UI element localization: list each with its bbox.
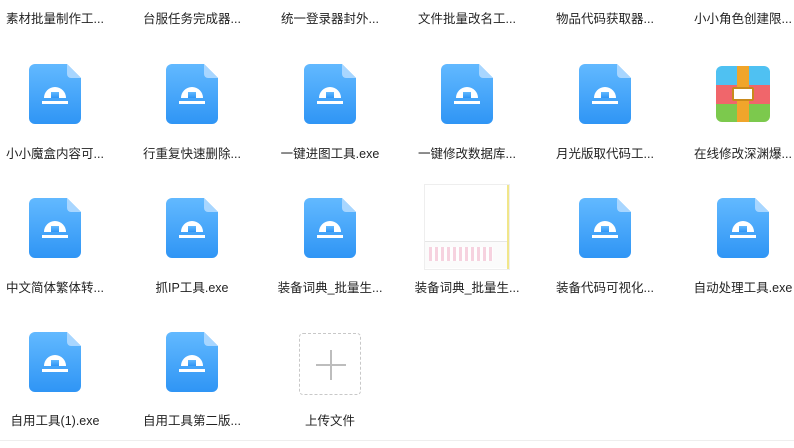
file-label[interactable]: 统一登录器封外...	[266, 8, 394, 27]
exe-file-icon	[441, 64, 493, 124]
file-label: 一键修改数据库...	[418, 147, 516, 161]
file-label: 在线修改深渊爆...	[694, 147, 792, 161]
file-tile[interactable]: 月光版取代码工...	[541, 60, 669, 180]
file-tile[interactable]: 在线修改深渊爆...	[679, 60, 794, 180]
file-label: 自动处理工具.exe	[693, 281, 793, 295]
file-label[interactable]: 台服任务完成器...	[128, 8, 256, 27]
file-label[interactable]: 文件批量改名工...	[403, 8, 531, 27]
exe-file-icon	[717, 198, 769, 258]
file-tile[interactable]: 一键修改数据库...	[403, 60, 531, 180]
file-tile[interactable]: 自动处理工具.exe	[679, 194, 794, 314]
upload-tile[interactable]: 上传文件	[266, 328, 394, 448]
file-label[interactable]: 物品代码获取器...	[541, 8, 669, 27]
exe-file-icon	[304, 64, 356, 124]
file-label: 一键进图工具.exe	[280, 147, 380, 161]
file-label: 行重复快速删除...	[143, 147, 241, 161]
exe-file-icon	[29, 64, 81, 124]
file-label: 月光版取代码工...	[556, 147, 654, 161]
file-tile[interactable]: 装备代码可视化...	[541, 194, 669, 314]
file-label: 自用工具第二版...	[143, 414, 241, 428]
image-thumbnail	[424, 184, 510, 270]
divider	[0, 440, 794, 441]
file-tile[interactable]: 中文简体繁体转...	[0, 194, 119, 314]
upload-label: 上传文件	[304, 414, 355, 428]
file-tile[interactable]: 抓IP工具.exe	[128, 194, 256, 314]
file-label[interactable]: 小小角色创建限...	[679, 8, 794, 27]
exe-file-icon	[166, 198, 218, 258]
archive-icon	[716, 66, 770, 122]
file-tile[interactable]: 一键进图工具.exe	[266, 60, 394, 180]
file-label: 装备代码可视化...	[556, 281, 654, 295]
exe-file-icon	[166, 332, 218, 392]
file-tile[interactable]: 自用工具(1).exe	[0, 328, 119, 448]
file-tile[interactable]: 行重复快速删除...	[128, 60, 256, 180]
exe-file-icon	[579, 198, 631, 258]
file-label: 装备词典_批量生...	[414, 281, 520, 295]
exe-file-icon	[579, 64, 631, 124]
file-label: 中文简体繁体转...	[6, 281, 104, 295]
file-tile[interactable]: 自用工具第二版...	[128, 328, 256, 448]
exe-file-icon	[166, 64, 218, 124]
file-tile[interactable]: 装备词典_批量生...	[403, 184, 531, 314]
exe-file-icon	[304, 198, 356, 258]
file-label: 小小魔盒内容可...	[6, 147, 104, 161]
file-label: 抓IP工具.exe	[155, 281, 229, 295]
exe-file-icon	[29, 332, 81, 392]
file-tile[interactable]: 小小魔盒内容可...	[0, 60, 119, 180]
upload-button[interactable]	[299, 333, 361, 395]
file-label[interactable]: 素材批量制作工...	[0, 8, 119, 27]
file-label: 自用工具(1).exe	[10, 414, 100, 428]
file-grid: 素材批量制作工... 台服任务完成器... 统一登录器封外... 文件批量改名工…	[0, 0, 794, 444]
file-tile[interactable]: 装备词典_批量生...	[266, 194, 394, 314]
file-label: 装备词典_批量生...	[277, 281, 383, 295]
exe-file-icon	[29, 198, 81, 258]
